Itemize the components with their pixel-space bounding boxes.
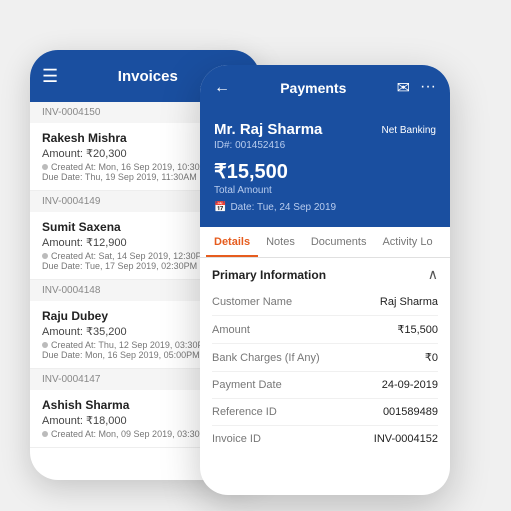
amount-label: Amount bbox=[212, 324, 250, 336]
calendar-icon: 📅 bbox=[214, 202, 226, 213]
detail-row-reference-id: Reference ID 001589489 bbox=[212, 399, 438, 426]
hero-date-row: 📅 Date: Tue, 24 Sep 2019 bbox=[214, 202, 436, 213]
header-actions: ✉ ··· bbox=[397, 78, 436, 98]
tab-notes[interactable]: Notes bbox=[258, 227, 303, 257]
hamburger-icon[interactable]: ☰ bbox=[42, 66, 58, 87]
section-title: Primary Information bbox=[212, 268, 326, 282]
details-content: Primary Information ∧ Customer Name Raj … bbox=[200, 258, 450, 460]
payments-header: ← Payments ✉ ··· bbox=[200, 65, 450, 111]
tab-activity[interactable]: Activity Lo bbox=[374, 227, 440, 257]
hero-date: Date: Tue, 24 Sep 2019 bbox=[230, 202, 336, 213]
amount-value: ₹15,500 bbox=[397, 323, 438, 336]
hero-invoice-id: ID#: 001452416 bbox=[214, 140, 436, 151]
customer-name-label: Customer Name bbox=[212, 296, 292, 308]
detail-row-payment-date: Payment Date 24-09-2019 bbox=[212, 372, 438, 399]
status-dot bbox=[42, 253, 48, 259]
net-banking-badge: Net Banking bbox=[382, 125, 436, 136]
payment-date-label: Payment Date bbox=[212, 379, 282, 391]
status-dot bbox=[42, 164, 48, 170]
invoice-id-value: INV-0004152 bbox=[374, 433, 438, 445]
payment-date-value: 24-09-2019 bbox=[382, 379, 438, 391]
customer-name-value: Raj Sharma bbox=[380, 296, 438, 308]
invoice-id-label: Invoice ID bbox=[212, 433, 261, 445]
payment-hero: Mr. Raj Sharma Net Banking ID#: 00145241… bbox=[200, 111, 450, 227]
detail-row-bank-charges: Bank Charges (If Any) ₹0 bbox=[212, 344, 438, 372]
hero-amount: ₹15,500 bbox=[214, 159, 436, 184]
bank-charges-label: Bank Charges (If Any) bbox=[212, 352, 320, 364]
tabs-row: Details Notes Documents Activity Lo bbox=[200, 227, 450, 258]
mail-icon[interactable]: ✉ bbox=[397, 78, 410, 98]
back-icon[interactable]: ← bbox=[214, 79, 230, 97]
detail-row-customer: Customer Name Raj Sharma bbox=[212, 289, 438, 316]
payee-badge-row: Mr. Raj Sharma Net Banking bbox=[214, 121, 436, 140]
detail-row-invoice-id: Invoice ID INV-0004152 bbox=[212, 426, 438, 452]
detail-row-amount: Amount ₹15,500 bbox=[212, 316, 438, 344]
chevron-up-icon[interactable]: ∧ bbox=[428, 266, 438, 283]
hero-amount-label: Total Amount bbox=[214, 185, 436, 196]
payee-name: Mr. Raj Sharma bbox=[214, 121, 322, 138]
more-icon[interactable]: ··· bbox=[420, 78, 436, 98]
bank-charges-value: ₹0 bbox=[425, 351, 438, 364]
tab-documents[interactable]: Documents bbox=[303, 227, 375, 257]
reference-id-value: 001589489 bbox=[383, 406, 438, 418]
invoices-title: Invoices bbox=[118, 68, 178, 85]
payments-title: Payments bbox=[230, 80, 397, 96]
section-header: Primary Information ∧ bbox=[212, 266, 438, 283]
reference-id-label: Reference ID bbox=[212, 406, 277, 418]
tab-details[interactable]: Details bbox=[206, 227, 258, 257]
status-dot bbox=[42, 431, 48, 437]
payments-phone: ← Payments ✉ ··· Mr. Raj Sharma Net Bank… bbox=[200, 65, 450, 495]
status-dot bbox=[42, 342, 48, 348]
